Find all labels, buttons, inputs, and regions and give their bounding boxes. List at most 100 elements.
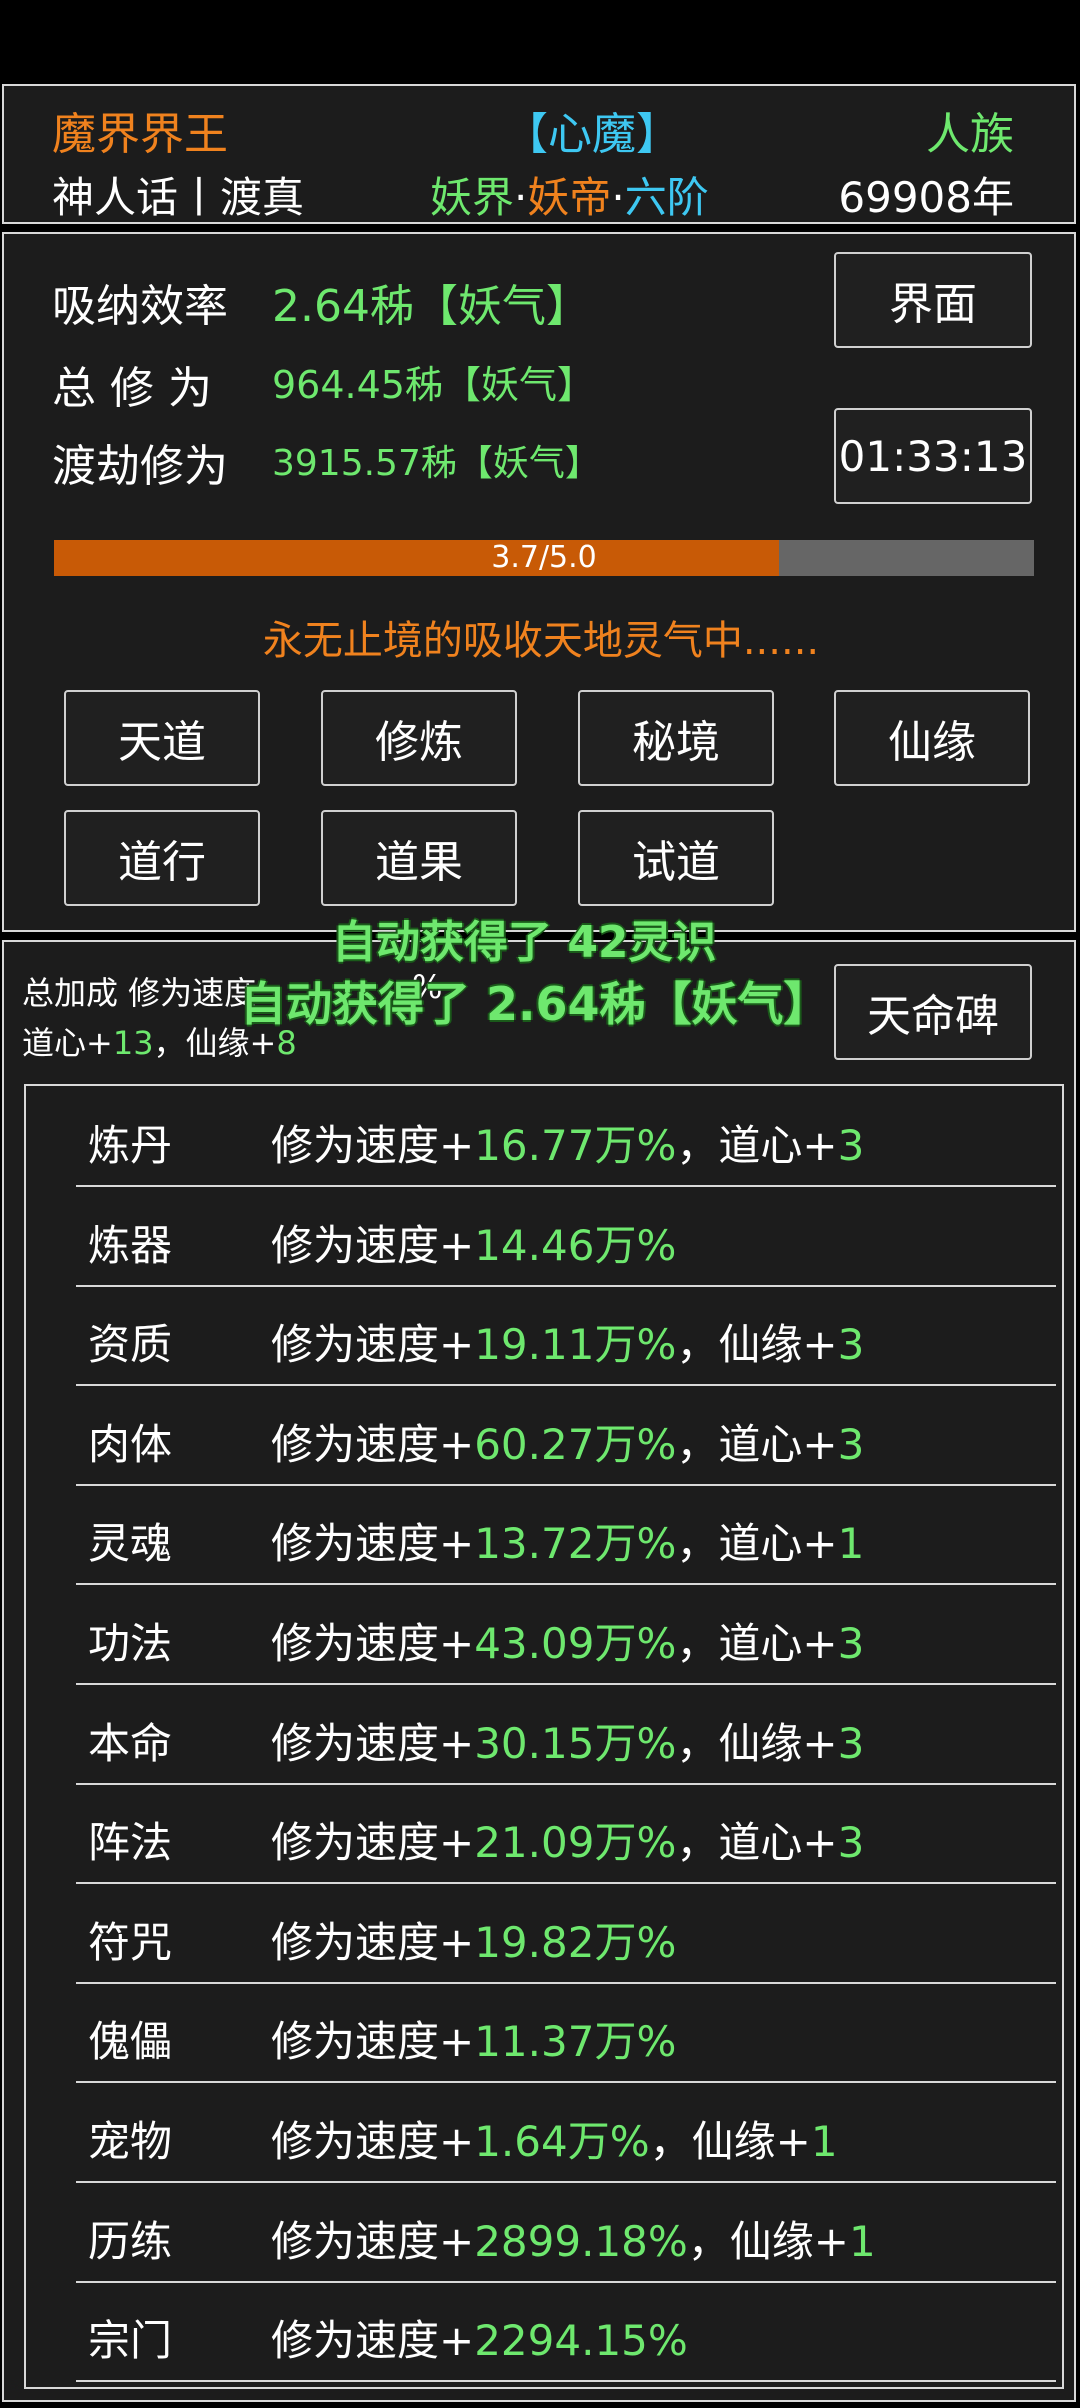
effect-value: 43.09万% <box>474 1619 677 1668</box>
list-item-name: 宗门 <box>88 2316 173 2366</box>
list-item-effect: 修为速度+2294.15% <box>271 2307 688 2368</box>
effect-prefix: 修为速度+ <box>271 1419 475 1469</box>
list-item-name: 宠物 <box>88 2117 173 2166</box>
realm-world: 妖界 <box>430 173 515 222</box>
cultivation-panel: 吸纳效率 2.64秭【妖气】 总 修 为 964.45秭【妖气】 渡劫修为 39… <box>2 232 1076 932</box>
list-item: 功法 修为速度+43.09万%，道心+3 <box>76 1586 1056 1685</box>
action-button-daoxing[interactable]: 道行 <box>64 810 260 906</box>
list-item: 宗门 修为速度+2294.15% <box>76 2283 1056 2383</box>
effect-value: 19.11万% <box>474 1320 677 1370</box>
effect-value: 21.09万% <box>474 1818 677 1868</box>
daoxin-value: 13 <box>112 1024 154 1062</box>
list-item-effect: 修为速度+2899.18%，仙缘+1 <box>271 2208 876 2269</box>
list-item-effect: 修为速度+1.64万%，仙缘+1 <box>271 2108 838 2169</box>
list-item-name: 灵魂 <box>88 1519 173 1569</box>
status-message: 永无止境的吸收天地灵气中...... <box>262 618 820 664</box>
effect-prefix: 修为速度+ <box>271 2117 475 2166</box>
list-item-effect: 修为速度+13.72万%，道心+1 <box>271 1510 864 1571</box>
effect-extra-label: ，仙缘+ <box>687 2216 849 2266</box>
effect-value: 2899.18% <box>474 2216 688 2266</box>
list-item-name: 历练 <box>88 2216 173 2266</box>
list-item: 宠物 修为速度+1.64万%，仙缘+1 <box>76 2084 1056 2183</box>
effect-extra-label: ，道心+ <box>676 1519 838 1569</box>
realm-rank: 妖帝 <box>527 173 612 222</box>
years-label: 69908年 <box>838 173 1014 222</box>
action-button-tiandao[interactable]: 天道 <box>64 690 260 786</box>
action-button-shidao[interactable]: 试道 <box>578 810 774 906</box>
effect-value: 60.27万% <box>474 1419 677 1469</box>
realm-dot: · <box>514 173 528 222</box>
list-item-name: 炼丹 <box>88 1121 173 1170</box>
list-item-name: 阵法 <box>88 1818 173 1868</box>
action-button-xianyuan[interactable]: 仙缘 <box>834 690 1030 786</box>
effect-value: 14.46万% <box>474 1220 677 1270</box>
effect-prefix: 修为速度+ <box>271 1519 475 1569</box>
effect-prefix: 修为速度+ <box>271 2316 475 2366</box>
effect-prefix: 修为速度+ <box>271 2216 475 2266</box>
effect-value: 2294.15% <box>474 2316 688 2366</box>
effect-extra-value: 1 <box>837 1519 865 1569</box>
effect-extra-value: 3 <box>837 1320 865 1370</box>
realm-dot: · <box>611 173 625 222</box>
absorb-label: 吸纳效率 <box>52 281 228 332</box>
realm-rank-line: 妖界·妖帝·六阶 <box>430 164 709 225</box>
daoxin-label: 道心+ <box>22 1024 113 1062</box>
list-item-effect: 修为速度+16.77万%，道心+3 <box>271 1112 864 1173</box>
effect-prefix: 修为速度+ <box>271 1718 475 1768</box>
effect-extra-value: 1 <box>849 2216 876 2266</box>
effect-value: 11.37万% <box>474 2017 677 2067</box>
effect-extra-label: ，道心+ <box>676 1818 838 1868</box>
interface-button[interactable]: 界面 <box>834 252 1032 348</box>
list-item-effect: 修为速度+19.82万% <box>271 1909 676 1970</box>
list-item-effect: 修为速度+19.11万%，仙缘+3 <box>271 1311 864 1372</box>
effect-extra-label: ，仙缘+ <box>676 1718 838 1768</box>
effect-value: 30.15万% <box>474 1718 677 1768</box>
list-item: 炼器 修为速度+14.46万% <box>76 1188 1056 1287</box>
effect-value: 16.77万% <box>474 1121 677 1170</box>
world-name: 神人话丨渡真 <box>52 173 305 222</box>
effect-prefix: 修为速度+ <box>271 1320 475 1370</box>
list-item-effect: 修为速度+43.09万%，道心+3 <box>271 1610 864 1671</box>
realm-title: 魔界界王 <box>52 109 228 160</box>
absorb-value: 2.64秭【妖气】 <box>272 281 590 332</box>
bonus-list: 炼丹 修为速度+16.77万%，道心+3 炼器 修为速度+14.46万% 资质 修为速度+… <box>24 1084 1064 2389</box>
effect-extra-value: 3 <box>837 1121 865 1170</box>
realm-stage: 六阶 <box>624 173 709 222</box>
effect-value: 1.64万% <box>474 2117 650 2166</box>
heaven-stele-button[interactable]: 天命碑 <box>834 964 1032 1060</box>
effect-extra-label: ，道心+ <box>676 1419 838 1469</box>
list-item-name: 肉体 <box>88 1419 173 1469</box>
timer-display: 01:33:13 <box>834 408 1032 504</box>
list-item-effect: 修为速度+60.27万%，道心+3 <box>271 1411 864 1472</box>
list-item-name: 傀儡 <box>88 2017 173 2067</box>
list-item: 历练 修为速度+2899.18%，仙缘+1 <box>76 2184 1056 2283</box>
effect-prefix: 修为速度+ <box>271 1121 475 1170</box>
effect-prefix: 修为速度+ <box>271 1619 475 1668</box>
list-item: 阵法 修为速度+21.09万%，道心+3 <box>76 1785 1056 1885</box>
list-item-name: 资质 <box>88 1320 173 1370</box>
effect-extra-value: 3 <box>837 1619 865 1668</box>
toast-yaoqi: 自动获得了 2.64秭【妖气】 <box>240 977 830 1031</box>
bonus-panel: 总加成 修为速度 % 道心+13，仙缘+8 天命碑 炼丹 修为速度+16.77万%… <box>2 940 1076 2402</box>
total-value: 964.45秭【妖气】 <box>272 363 595 407</box>
effect-extra-label: ，道心+ <box>676 1121 838 1170</box>
list-item-effect: 修为速度+21.09万%，道心+3 <box>271 1809 864 1870</box>
effect-value: 13.72万% <box>474 1519 677 1569</box>
list-item: 傀儡 修为速度+11.37万% <box>76 1984 1056 2084</box>
action-button-mijing[interactable]: 秘境 <box>578 690 774 786</box>
list-item: 符咒 修为速度+19.82万% <box>76 1885 1056 1984</box>
effect-extra-value: 3 <box>837 1419 865 1469</box>
list-item: 资质 修为速度+19.11万%，仙缘+3 <box>76 1287 1056 1387</box>
progress-text: 3.7/5.0 <box>491 540 597 575</box>
total-bonus-label: 总加成 修为速度 <box>22 974 257 1012</box>
toast-lingshi: 自动获得了 42灵识 <box>332 917 717 968</box>
list-item-name: 功法 <box>88 1619 173 1668</box>
list-item: 本命 修为速度+30.15万%，仙缘+3 <box>76 1686 1056 1785</box>
list-item-effect: 修为速度+11.37万% <box>271 2008 676 2069</box>
action-button-xiulian[interactable]: 修炼 <box>321 690 517 786</box>
effect-extra-label: ，仙缘+ <box>649 2117 811 2166</box>
action-button-daoguo[interactable]: 道果 <box>321 810 517 906</box>
effect-extra-value: 3 <box>837 1718 865 1768</box>
effect-prefix: 修为速度+ <box>271 1220 475 1270</box>
effect-prefix: 修为速度+ <box>271 2017 475 2067</box>
